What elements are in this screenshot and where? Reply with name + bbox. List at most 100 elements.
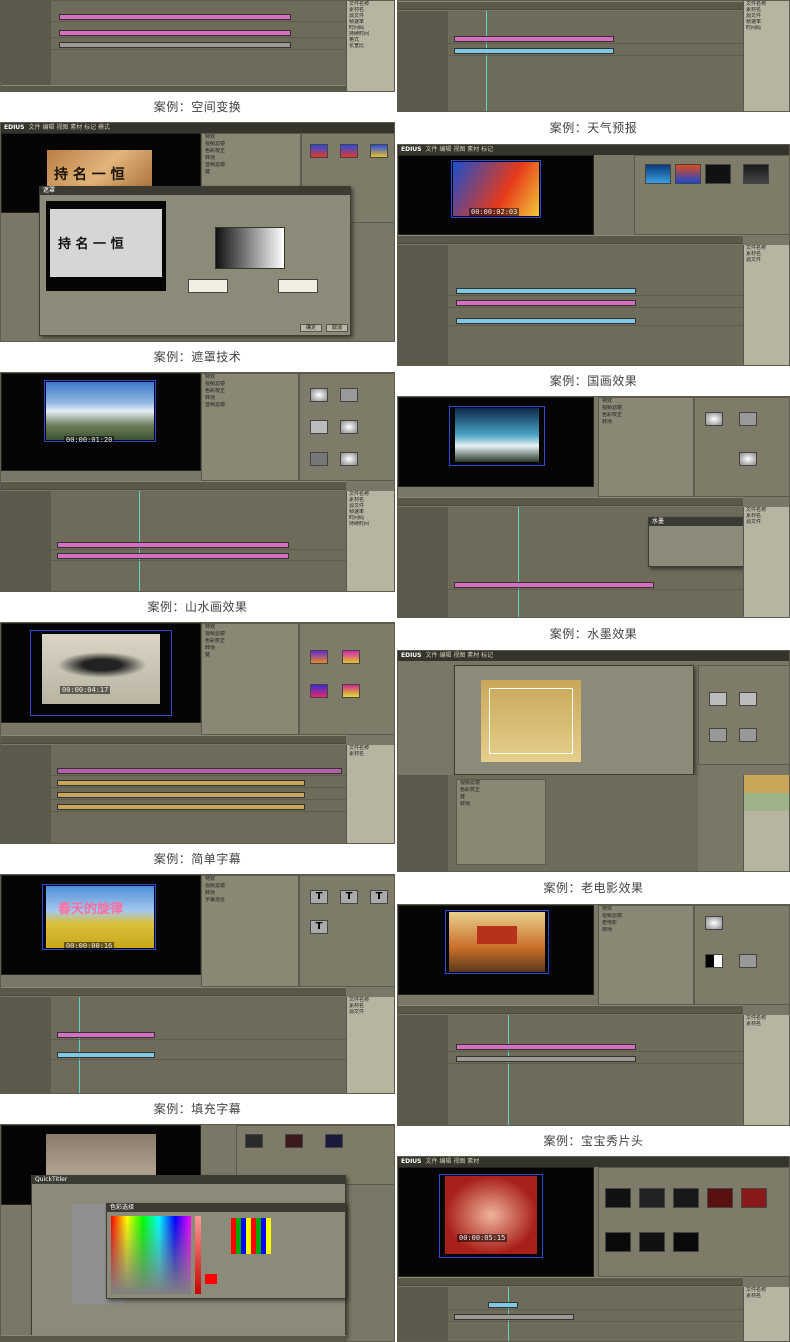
cancel-button[interactable]: 取消 (326, 324, 348, 332)
effect-tree-panel: 特效 视频滤镜 转场 字幕混合 (201, 875, 299, 987)
effect-thumbnail[interactable] (310, 388, 328, 402)
title-effect-thumbnail[interactable]: T (340, 890, 358, 904)
effect-thumbnail[interactable] (342, 650, 360, 664)
timeline-clip[interactable] (454, 36, 614, 42)
effect-thumbnail[interactable] (705, 916, 723, 930)
effect-tree-panel: 特效 视频滤镜 色彩校正 转场 (598, 397, 694, 497)
editor-shot-baby: EDIUS 文件 编辑 视图 素材 00:00:05:15 文件名称 素材名 (397, 1156, 790, 1342)
timeline-clip[interactable] (57, 542, 289, 548)
effect-thumbs-panel: T T T T (299, 875, 394, 987)
dialog-title: 色彩选择 (107, 1204, 345, 1212)
effect-thumbnail[interactable] (340, 388, 358, 402)
timeline-clip[interactable] (456, 288, 636, 294)
timeline-clip[interactable] (59, 42, 291, 48)
timecode: 00:00:05:15 (457, 1234, 508, 1242)
preview-window: 00:00:02:03 (398, 155, 594, 235)
timecode: 00:00:04:17 (60, 686, 111, 694)
info-panel: 文件名称 素材名 源文件 (346, 997, 394, 1093)
calligraphy-text: 持 名 一 恒 (54, 167, 125, 183)
info-panel: 文件名称 素材名 源文件 帧速率 时间码 (743, 1, 789, 111)
timeline (398, 11, 743, 111)
timeline-clip[interactable] (454, 48, 614, 54)
timeline-clip[interactable] (57, 804, 305, 810)
timeline-clip[interactable] (57, 1032, 155, 1038)
effect-thumbs-panel (694, 397, 789, 497)
editor-shot-guohua: 特效 视频滤镜 色彩校正 转场 水墨 文件名称 素材名 源文件 (397, 396, 790, 618)
effect-thumbnail[interactable] (709, 728, 727, 742)
preview-window (398, 905, 594, 995)
editor-shot-top-left: 文件名称 素材名 源文件 帧速率 时间码 持续时间 格式 长宽比 (0, 0, 395, 92)
effect-thumbnail[interactable] (342, 684, 360, 698)
effect-thumbnail[interactable] (310, 420, 328, 434)
effect-thumbnail[interactable] (705, 412, 723, 426)
ink-dialog: 水墨 (648, 517, 748, 567)
editor-shot-mask: EDIUS 文件 编辑 视图 素材 标记 模式 持 名 一 恒 特效 视频滤镜 色彩校… (0, 122, 395, 342)
editor-shot-color-picker: QuickTitler 色彩选择 (0, 1124, 395, 1342)
effect-settings-dialog (454, 665, 694, 775)
caption: 案例：空间变换 (0, 92, 395, 122)
calligraphy-preview: 持 名 一 恒 (58, 237, 124, 252)
effect-thumbnail[interactable] (340, 144, 358, 158)
effect-tree-panel: 特效 视频滤镜 老电影 转场 (598, 905, 694, 1005)
effect-thumbnail[interactable] (705, 954, 723, 968)
timeline-clip[interactable] (488, 1302, 518, 1308)
info-panel: 文件名称 素材名 (743, 1015, 789, 1125)
timeline-clip[interactable] (57, 792, 305, 798)
effect-thumbnail[interactable] (310, 684, 328, 698)
effect-thumbnail[interactable] (739, 954, 757, 968)
preview-window: 00:00:05:15 (398, 1167, 594, 1277)
dialog-title: 遮罩 (40, 187, 350, 195)
editor-shot-weather: EDIUS 文件 编辑 视图 素材 标记 00:00:02:03 文件名称 素材名源… (397, 144, 790, 366)
effect-thumbnail[interactable] (739, 412, 757, 426)
effect-thumbnail[interactable] (310, 452, 328, 466)
preview-window: 00:00:01:20 (1, 373, 201, 471)
info-panel: 文件名称 素材名 (346, 745, 394, 843)
title-effect-thumbnail[interactable]: T (370, 890, 388, 904)
effect-thumbnail[interactable] (310, 650, 328, 664)
timeline-clip[interactable] (59, 14, 291, 20)
mask-dialog: 遮罩 持 名 一 恒 确定 取消 (39, 186, 351, 336)
ok-button[interactable]: 确定 (300, 324, 322, 332)
effect-thumbnail[interactable] (370, 144, 388, 158)
timecode: 00:00:00:16 (64, 942, 115, 950)
preview-window: 00:00:04:17 (1, 623, 201, 723)
info-panel: 文件名称 素材名 源文件 帧速率 时间码 持续时间 格式 长宽比 (346, 1, 394, 91)
gradient-ramp (215, 227, 285, 269)
hue-slider[interactable] (195, 1216, 201, 1294)
effect-thumbnail[interactable] (739, 452, 757, 466)
timeline-clip[interactable] (454, 582, 654, 588)
color-select-dialog: 色彩选择 (106, 1203, 346, 1299)
title-effect-thumbnail[interactable]: T (310, 920, 328, 934)
timeline-clip[interactable] (59, 30, 291, 36)
timeline-clip[interactable] (57, 780, 305, 786)
timeline-clip[interactable] (57, 553, 289, 559)
effect-thumbnail[interactable] (340, 420, 358, 434)
menu-bar: EDIUS 文件 编辑 视图 素材 标记 (398, 145, 789, 155)
effect-thumbnail[interactable] (739, 728, 757, 742)
timeline-clip[interactable] (57, 768, 342, 774)
effect-thumbnail[interactable] (739, 692, 757, 706)
timeline-clip[interactable] (57, 1052, 155, 1058)
info-panel: 文件名称 素材名 源文件 帧速率 时间码 持续时间 (346, 491, 394, 591)
timeline-clip[interactable] (456, 318, 636, 324)
info-panel (743, 775, 789, 871)
timeline (398, 1287, 743, 1341)
info-panel: 文件名称 素材名 源文件 (743, 245, 789, 365)
effect-thumbnail[interactable] (709, 692, 727, 706)
editor-shot-landscape: 00:00:04:17 特效 视频滤镜 色彩校正 转场键 文件名称 素材名 (0, 622, 395, 844)
editor-shot-old-film: 特效 视频滤镜 老电影 转场 文件名称 素材名 (397, 904, 790, 1126)
caption: 案例：水墨效果 (397, 618, 790, 650)
effect-thumbnail[interactable] (340, 452, 358, 466)
timeline-clip[interactable] (454, 1314, 574, 1320)
menu-bar: EDIUS 文件 编辑 视图 素材 (398, 1157, 789, 1167)
timeline (398, 1015, 743, 1125)
timeline-clip[interactable] (456, 1044, 636, 1050)
preview-window: 春天的旋律 00:00:00:16 (1, 875, 201, 975)
timeline-clip[interactable] (456, 1056, 636, 1062)
swatch-grid[interactable] (231, 1218, 271, 1254)
info-panel: 文件名称 素材名 (743, 1287, 789, 1341)
effect-thumbs-panel (694, 905, 789, 1005)
title-effect-thumbnail[interactable]: T (310, 890, 328, 904)
timeline-clip[interactable] (456, 300, 636, 306)
effect-thumbnail[interactable] (310, 144, 328, 158)
